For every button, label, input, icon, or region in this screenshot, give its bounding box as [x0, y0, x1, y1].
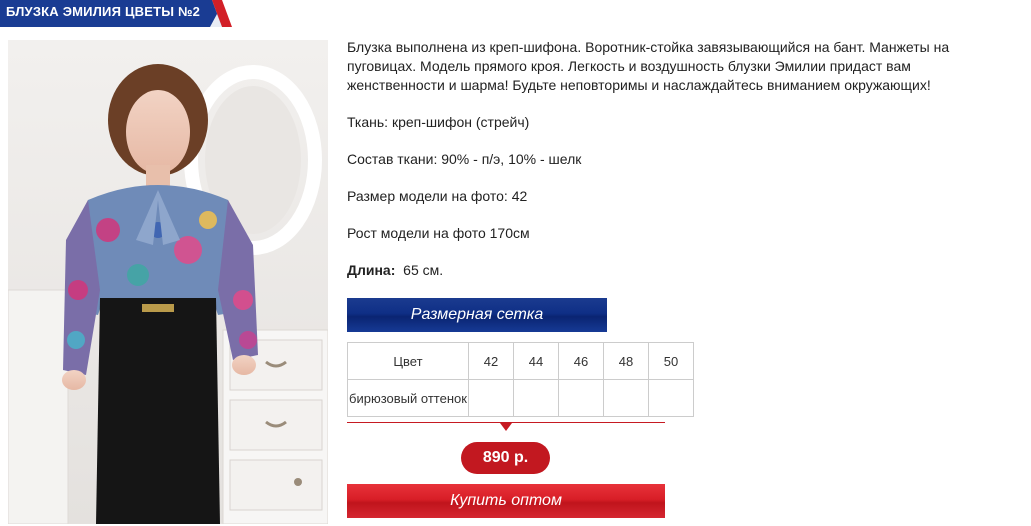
product-description-block: Блузка выполнена из креп-шифона. Воротни… — [347, 38, 1007, 280]
size-table: Цвет 42 44 46 48 50 бирюзовый оттенок — [347, 342, 694, 417]
model-size-info: Размер модели на фото: 42 — [347, 188, 528, 204]
table-cell-color: бирюзовый оттенок — [347, 379, 469, 417]
product-title-bar: БЛУЗКА ЭМИЛИЯ ЦВЕТЫ №2 — [0, 0, 232, 27]
table-cell-qty[interactable] — [558, 379, 604, 417]
table-row: бирюзовый оттенок — [347, 379, 694, 417]
model-height-info: Рост модели на фото 170см — [347, 225, 530, 241]
table-header-row: Цвет 42 44 46 48 50 — [347, 342, 694, 380]
table-header-cell: 44 — [513, 342, 559, 380]
table-header-cell: 42 — [468, 342, 514, 380]
length-label: Длина: — [347, 262, 396, 278]
price-badge: 890 р. — [461, 442, 550, 474]
table-header-cell: Цвет — [347, 342, 469, 380]
product-photo — [8, 40, 328, 524]
composition-info: Состав ткани: 90% - п/э, 10% - шелк — [347, 151, 582, 167]
table-cell-qty[interactable] — [603, 379, 649, 417]
price-pointer — [500, 423, 512, 431]
fabric-info: Ткань: креп-шифон (стрейч) — [347, 114, 530, 130]
buy-wholesale-button[interactable]: Купить оптом — [347, 484, 665, 518]
table-header-cell: 48 — [603, 342, 649, 380]
size-grid-button[interactable]: Размерная сетка — [347, 298, 607, 332]
page-title: БЛУЗКА ЭМИЛИЯ ЦВЕТЫ №2 — [6, 4, 201, 19]
table-cell-qty[interactable] — [513, 379, 559, 417]
length-info: Длина: 65 см. — [347, 261, 1007, 280]
table-cell-qty[interactable] — [648, 379, 694, 417]
length-value: 65 см. — [403, 262, 444, 278]
table-cell-qty[interactable] — [468, 379, 514, 417]
table-header-cell: 46 — [558, 342, 604, 380]
table-header-cell: 50 — [648, 342, 694, 380]
product-description: Блузка выполнена из креп-шифона. Воротни… — [347, 39, 950, 93]
